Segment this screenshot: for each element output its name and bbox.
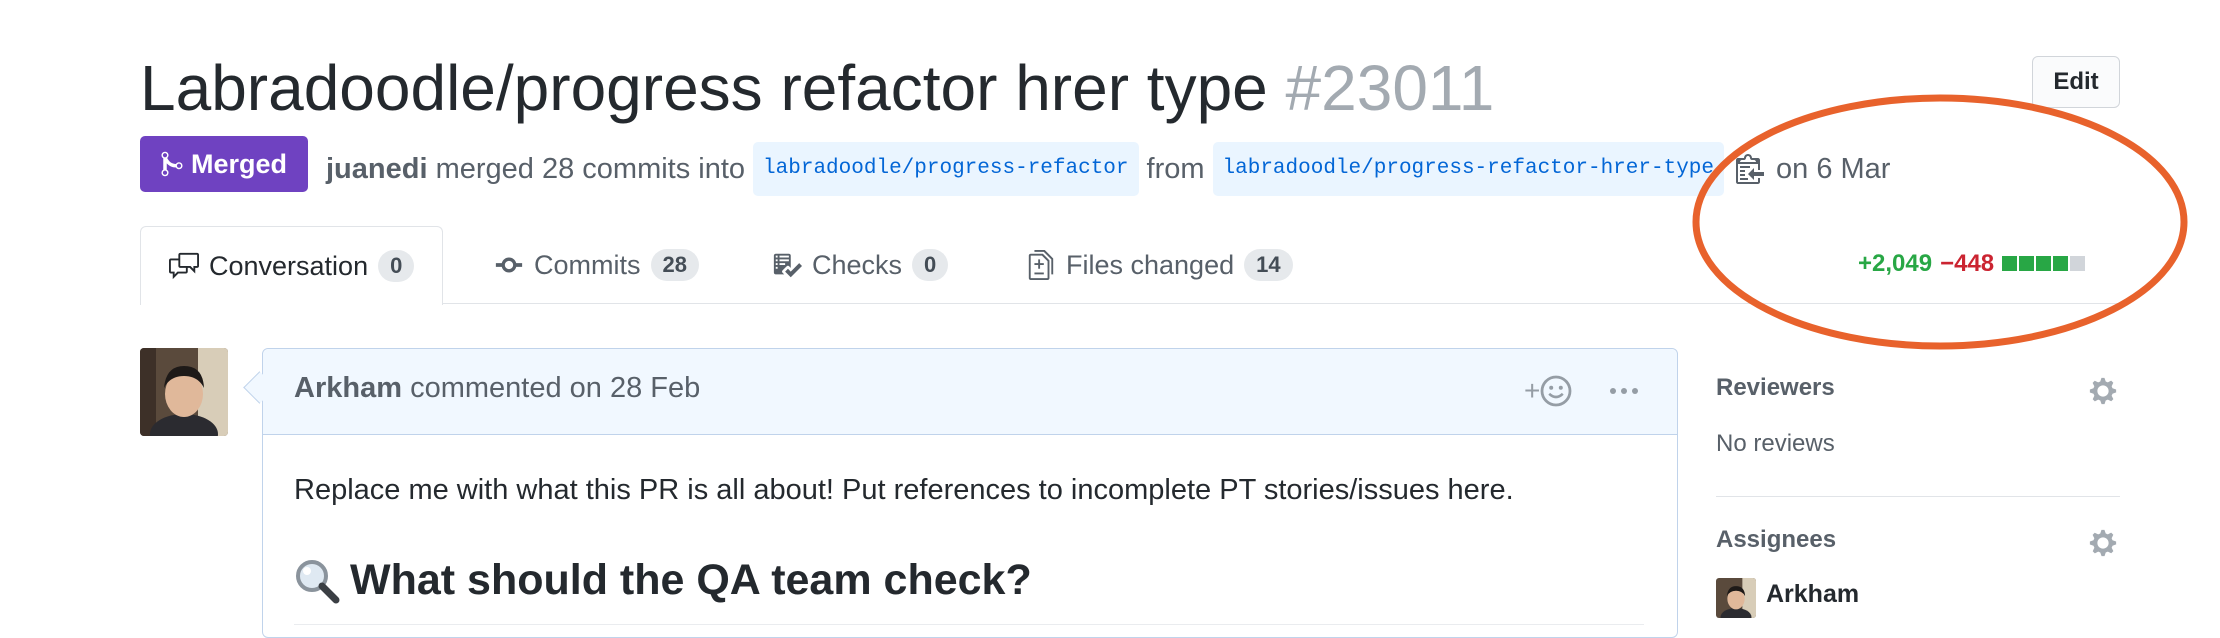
comment-timestamp[interactable]: commented on 28 Feb <box>410 372 700 404</box>
checklist-icon <box>773 253 802 278</box>
comment-options-button[interactable] <box>1604 372 1644 410</box>
tab-files-changed-label: Files changed <box>1066 249 1235 280</box>
pr-title-text: Labradoodle/progress refactor hrer type <box>140 52 1268 124</box>
tab-commits[interactable]: Commits 28 <box>466 226 727 304</box>
commenter-avatar[interactable] <box>140 348 228 436</box>
merge-summary: juanedi merged 28 commits into labradood… <box>326 142 1890 196</box>
kebab-horizontal-icon <box>1610 388 1638 394</box>
merged-status-badge: Merged <box>140 136 308 192</box>
assignees-gear-icon[interactable] <box>2088 528 2118 558</box>
add-reaction-button[interactable]: + <box>1524 372 1580 410</box>
git-merge-icon <box>161 151 183 177</box>
tab-conversation-count: 0 <box>378 250 415 282</box>
tab-checks[interactable]: Checks 0 <box>744 226 976 304</box>
annotation-ellipse <box>1692 94 2188 350</box>
smiley-icon <box>1540 375 1572 407</box>
git-commit-icon <box>495 257 523 273</box>
heading-rule <box>294 624 1644 625</box>
magnifying-glass-icon <box>296 559 340 603</box>
tab-files-changed[interactable]: Files changed 14 <box>998 226 1321 304</box>
tab-files-changed-count: 14 <box>1244 249 1293 281</box>
comment-body: Replace me with what this PR is all abou… <box>294 474 1514 506</box>
tab-conversation-label: Conversation <box>209 250 369 281</box>
tab-commits-label: Commits <box>534 249 641 280</box>
tab-checks-label: Checks <box>812 249 903 280</box>
comment-heading-text: What should the QA team check? <box>350 556 1032 604</box>
pr-title: Labradoodle/progress refactor hrer type … <box>140 48 1494 128</box>
merge-author-link[interactable]: juanedi <box>326 147 428 191</box>
add-reaction-plus: + <box>1524 375 1541 406</box>
tab-checks-count: 0 <box>912 249 949 281</box>
comment-heading: What should the QA team check? <box>294 556 1032 605</box>
comment-meta: Arkham commented on 28 Feb <box>294 372 700 405</box>
merged-status-label: Merged <box>190 148 288 179</box>
assignee-name[interactable]: Arkham <box>1766 580 1859 609</box>
merge-text: merged 28 commits into <box>435 153 746 185</box>
comment-discussion-icon <box>169 252 199 280</box>
base-branch[interactable]: labradoodle/progress-refactor <box>753 142 1139 196</box>
reviewers-empty: No reviews <box>1716 430 1835 457</box>
assignee-avatar[interactable] <box>1716 578 1756 618</box>
tab-conversation[interactable]: Conversation 0 <box>140 226 444 305</box>
from-text: from <box>1146 153 1205 185</box>
assignees-title[interactable]: Assignees <box>1716 526 1836 554</box>
sidebar-divider <box>1716 496 2120 497</box>
reviewers-gear-icon[interactable] <box>2088 376 2118 406</box>
reviewers-title[interactable]: Reviewers <box>1716 374 1835 402</box>
pr-number: #23011 <box>1285 52 1495 124</box>
head-branch[interactable]: labradoodle/progress-refactor-hrer-type <box>1212 142 1724 196</box>
file-diff-icon <box>1028 250 1054 280</box>
comment-author-link[interactable]: Arkham <box>294 372 402 404</box>
tab-commits-count: 28 <box>650 249 699 281</box>
